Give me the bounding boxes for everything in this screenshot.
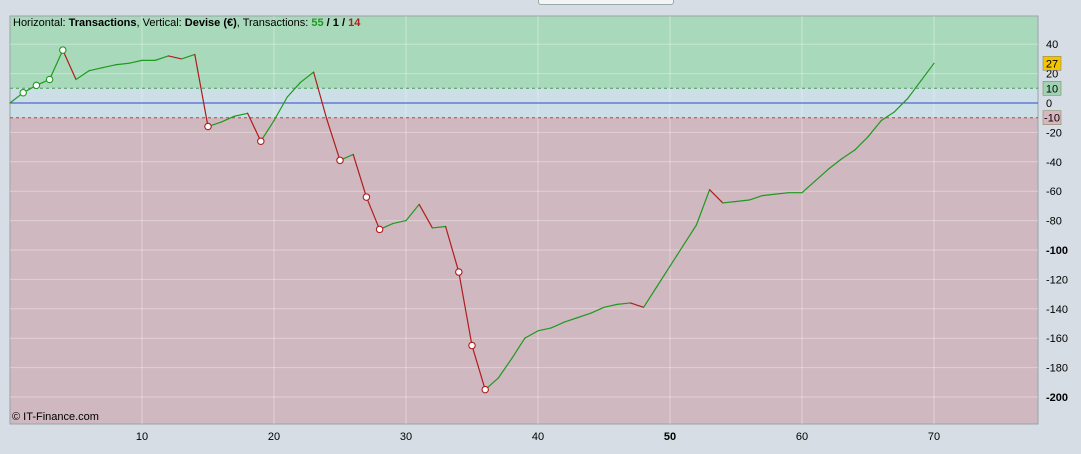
equity-chart: 10 20 30 40 50 60 70 40 20 0 -20 -40 -60 -80 -100 -120…	[9, 15, 1068, 443]
y-tick-label: -40	[1046, 157, 1062, 169]
loss-marker	[375, 225, 384, 234]
loss-marker	[336, 156, 344, 165]
x-tick-label: 50	[664, 431, 676, 443]
y-tick-label: -180	[1046, 363, 1068, 375]
loss-marker	[362, 193, 371, 201]
upper-threshold-badge: 10	[1046, 83, 1058, 95]
gain-marker	[32, 81, 41, 90]
x-tick-label: 70	[928, 431, 940, 443]
y-tick-label: -160	[1046, 333, 1068, 345]
zones	[9, 15, 1039, 425]
y-tick-label: -100	[1046, 245, 1068, 257]
x-tick-label: 40	[532, 431, 544, 443]
loss-marker	[468, 341, 476, 350]
y-tick-label: -20	[1046, 127, 1062, 139]
gain-marker	[59, 46, 67, 54]
y-tick-label: -200	[1046, 392, 1068, 404]
count-losing: 14	[348, 17, 361, 29]
loss-marker	[481, 385, 489, 394]
value-badges: 27 10 -10	[1042, 56, 1062, 125]
y-tick-label: -140	[1046, 304, 1068, 316]
loss-marker	[455, 268, 463, 276]
count-winning: 55	[311, 17, 323, 29]
y-tick-label: -80	[1046, 216, 1062, 228]
y-tick-label: -60	[1046, 186, 1062, 198]
lower-threshold-badge: -10	[1044, 113, 1060, 125]
x-tick-label: 10	[136, 431, 148, 443]
x-tick-label: 60	[796, 431, 808, 443]
chart-header: Horizontal: Transactions, Vertical: Devi…	[13, 17, 361, 29]
loss-zone	[10, 117, 1038, 424]
y-tick-label: 0	[1046, 98, 1052, 110]
gain-marker	[45, 75, 54, 84]
loss-marker	[204, 122, 212, 131]
loss-marker	[257, 137, 265, 145]
x-tick-label: 30	[400, 431, 412, 443]
gain-marker	[19, 88, 27, 97]
y-tick-label: -120	[1046, 274, 1068, 286]
y-tick-label: 40	[1046, 39, 1058, 51]
copyright-text: © IT-Finance.com	[12, 411, 99, 423]
current-value-badge: 27	[1046, 58, 1058, 70]
x-axis-ticks: 10 20 30 40 50 60 70	[136, 431, 940, 443]
x-tick-label: 20	[268, 431, 280, 443]
